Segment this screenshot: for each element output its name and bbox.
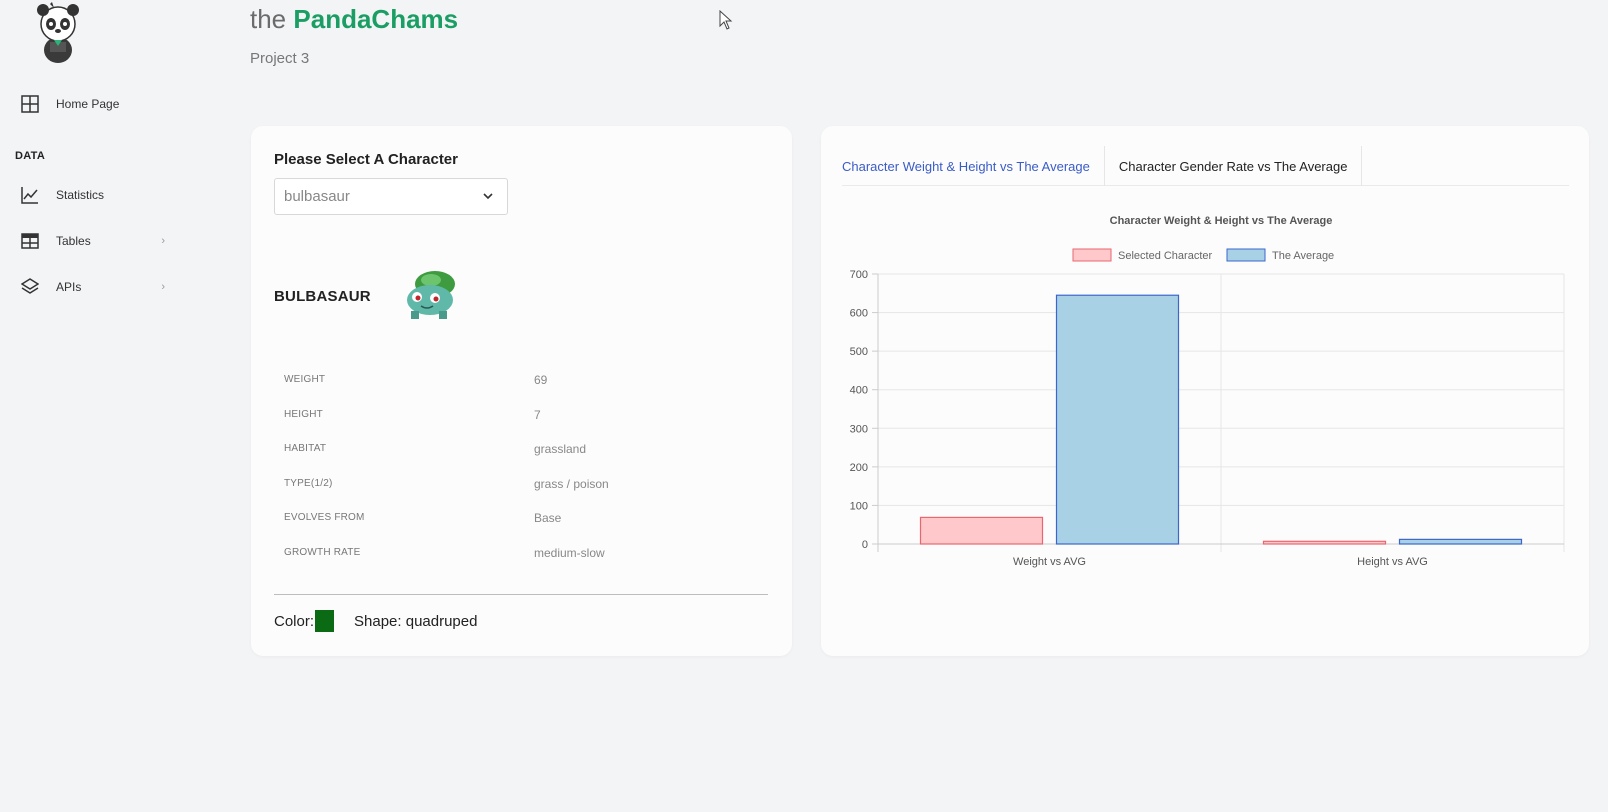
chart-card: Character Weight & Height vs The Average… [821,126,1589,656]
bar [1262,540,1387,545]
table-row: WEIGHT 69 [274,366,768,401]
bar [1055,294,1180,545]
bar [1398,538,1523,545]
grid-icon [20,94,40,114]
character-footer: Color: Shape: quadruped [274,610,477,632]
stat-key: HEIGHT [284,408,323,420]
y-tick-label: 500 [850,346,868,358]
legend-label: The Average [1272,250,1334,262]
brand-name: PandaChams [293,4,459,34]
table-row: GROWTH RATE medium-slow [274,539,768,574]
stat-value: grass / poison [534,476,609,491]
shape-label: Shape: quadruped [354,612,478,630]
y-tick-label: 300 [850,423,868,435]
chevron-down-icon [483,193,493,200]
chevron-right-icon: › [161,235,165,247]
chevron-right-icon: › [161,281,165,293]
select-title: Please Select A Character [274,151,458,168]
tab-gender-rate[interactable]: Character Gender Rate vs The Average [1105,146,1363,186]
legend-swatch [1072,248,1112,262]
sidebar-item-home[interactable]: Home Page [20,92,165,116]
legend-label: Selected Character [1118,250,1212,262]
layers-icon [20,277,40,297]
x-tick-label: Height vs AVG [1357,556,1428,568]
stat-value: grassland [534,442,587,456]
mouse-cursor-icon [719,10,733,30]
chart-title: Character Weight & Height vs The Average [1110,215,1333,227]
divider [274,594,768,595]
table-row: TYPE(1/2) grass / poison [274,470,768,505]
table-icon [20,231,40,251]
sidebar-item-label: Tables [56,234,91,248]
bar [919,516,1044,545]
brand-prefix: the [250,4,287,34]
stat-key: WEIGHT [284,374,326,385]
stat-key: TYPE(1/2) [284,477,333,489]
stat-value: medium-slow [534,545,605,560]
legend-swatch [1226,248,1266,262]
line-chart-icon [20,185,40,205]
brand-title: the PandaChams [250,4,458,35]
page-subtitle: Project 3 [250,50,310,67]
y-tick-label: 100 [850,500,868,512]
stat-value: Base [534,511,562,525]
sidebar-section-label: DATA [15,150,46,162]
character-card: Please Select A Character bulbasaur BULB… [251,126,792,656]
table-row: EVOLVES FROM Base [274,504,768,539]
sidebar-item-apis[interactable]: APIs › [20,275,165,299]
y-tick-label: 600 [850,308,868,320]
sidebar-item-label: Statistics [56,188,105,202]
y-tick-label: 700 [850,269,868,281]
x-tick-label: Weight vs AVG [1013,556,1086,568]
sidebar-item-tables[interactable]: Tables › [20,229,165,253]
stat-value: 7 [534,407,541,422]
stats-table: WEIGHT 69 HEIGHT 7 HABITAT grassland TYP… [274,366,768,573]
sidebar-item-label: APIs [56,280,82,294]
bar-chart: Character Weight & Height vs The Average… [850,215,1565,568]
stat-key: GROWTH RATE [284,546,361,558]
character-name: BULBASAUR [274,288,371,305]
stat-key: EVOLVES FROM [284,512,365,523]
character-select-value: bulbasaur [284,188,350,205]
sidebar-item-statistics[interactable]: Statistics [20,183,165,207]
y-tick-label: 200 [850,462,868,474]
y-tick-label: 0 [862,539,868,551]
table-row: HABITAT grassland [274,435,768,470]
y-tick-label: 400 [850,385,868,397]
color-swatch [315,610,335,632]
character-sprite [407,271,455,319]
stat-key: HABITAT [284,443,327,454]
tab-weight-height[interactable]: Character Weight & Height vs The Average [842,146,1105,186]
sidebar-item-label: Home Page [56,97,120,111]
stat-value: 69 [534,373,548,387]
table-row: HEIGHT 7 [274,401,768,436]
chart-tabs: Character Weight & Height vs The Average… [842,146,1569,186]
color-label: Color: [274,612,315,630]
sidebar: Home Page DATA Statistics Tables › APIs … [0,0,200,812]
panda-logo[interactable] [30,2,86,64]
character-select[interactable]: bulbasaur [274,178,508,215]
